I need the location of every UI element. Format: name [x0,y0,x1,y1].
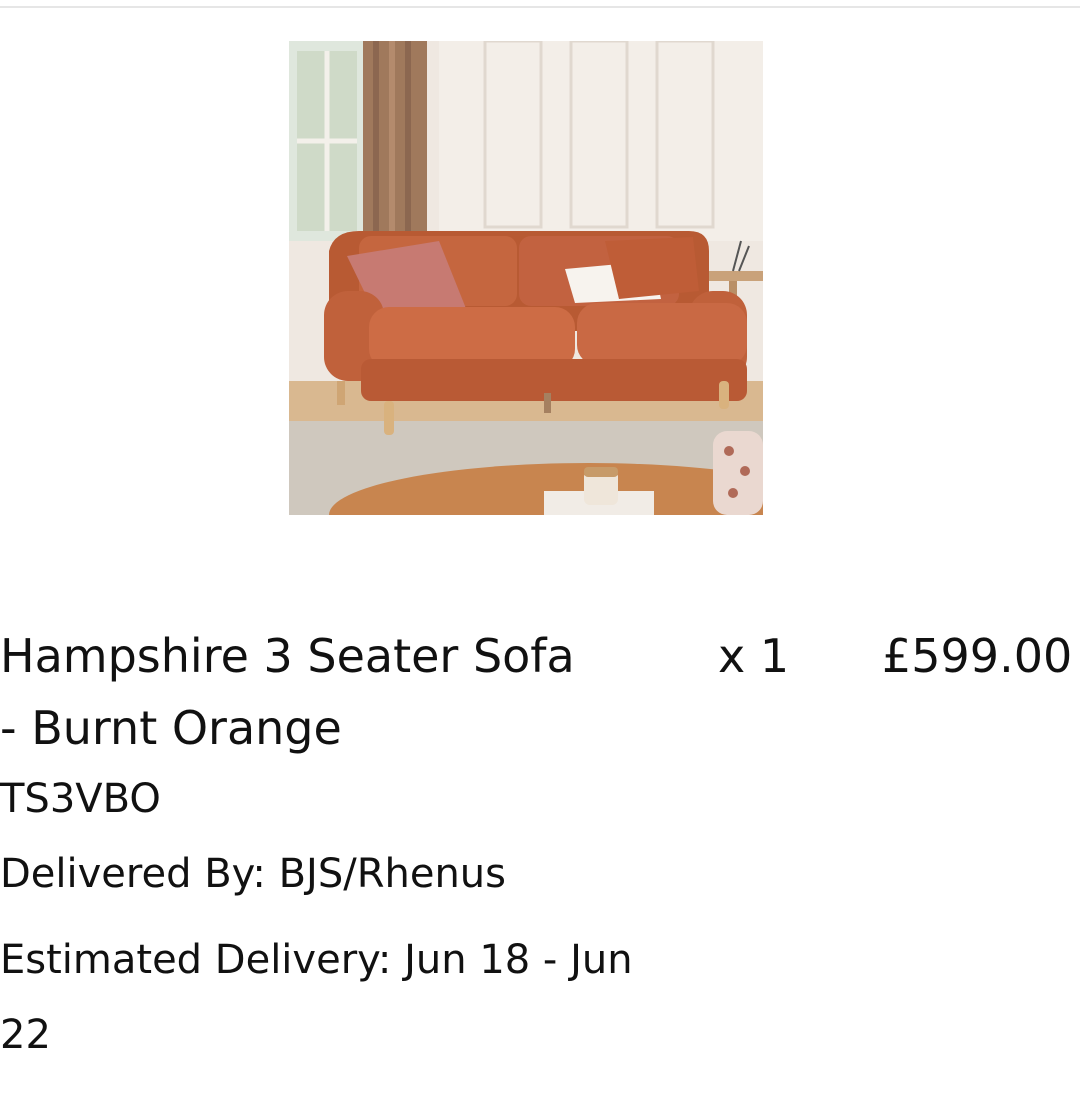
estimated-delivery: Estimated Delivery: Jun 18 - Jun 22 [0,937,633,1058]
product-sku: TS3VBO [0,776,161,822]
price: £599.00 [882,629,1073,683]
quantity: x 1 [718,629,790,683]
top-divider [0,6,1080,8]
product-name[interactable]: Hampshire 3 Seater Sofa - Burnt Orange [0,620,640,764]
delivered-by: Delivered By: BJS/Rhenus [0,851,506,897]
product-image[interactable] [289,41,763,515]
